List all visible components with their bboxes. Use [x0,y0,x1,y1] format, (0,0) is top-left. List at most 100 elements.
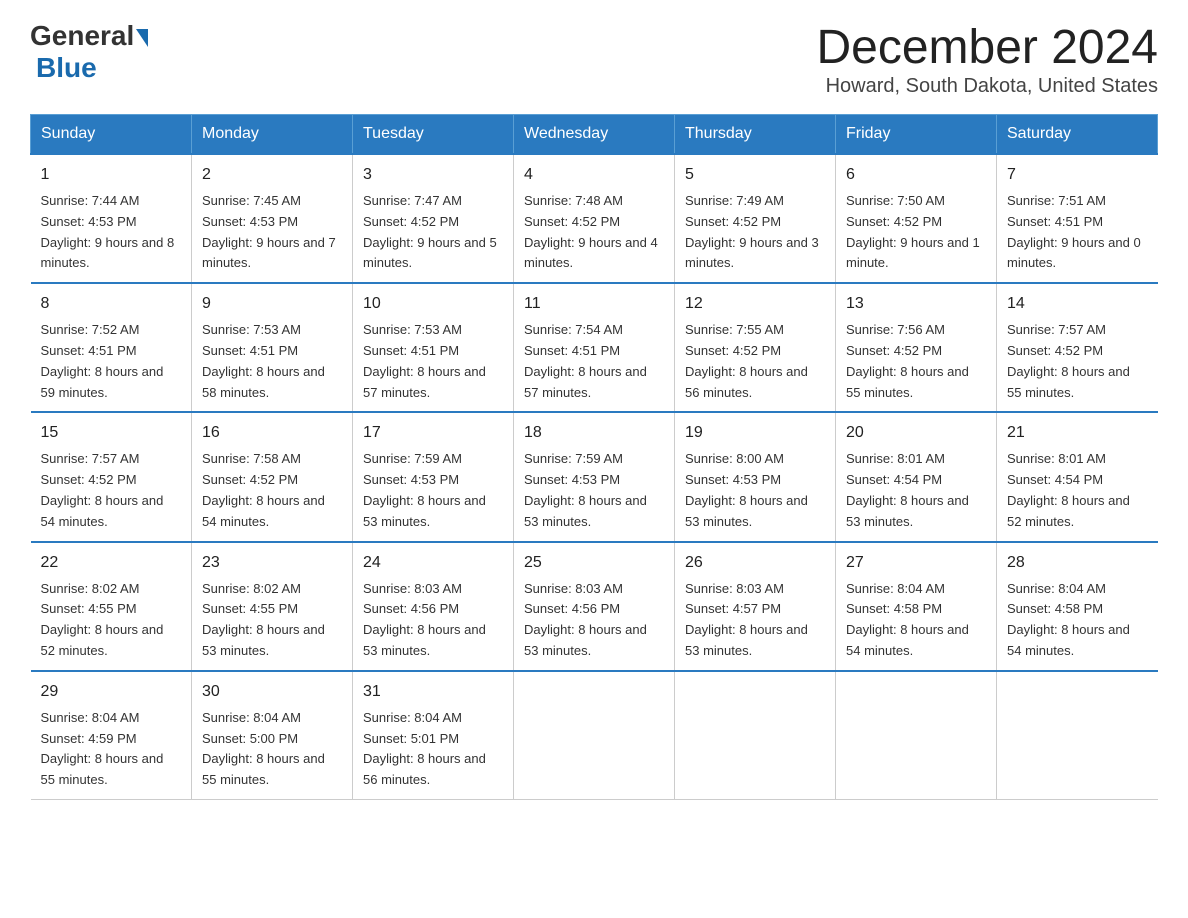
day-number: 6 [846,163,986,187]
day-number: 23 [202,551,342,575]
calendar-cell: 22 Sunrise: 8:02 AMSunset: 4:55 PMDayligh… [31,542,192,671]
day-header-monday: Monday [192,115,353,155]
day-number: 1 [41,163,182,187]
day-number: 14 [1007,292,1148,316]
day-number: 17 [363,421,503,445]
month-title: December 2024 [816,20,1158,75]
day-number: 19 [685,421,825,445]
day-header-tuesday: Tuesday [353,115,514,155]
day-header-thursday: Thursday [675,115,836,155]
day-info: Sunrise: 8:04 AMSunset: 4:59 PMDaylight:… [41,710,164,787]
day-info: Sunrise: 8:02 AMSunset: 4:55 PMDaylight:… [41,581,164,658]
calendar-cell: 6 Sunrise: 7:50 AMSunset: 4:52 PMDaylight… [836,154,997,283]
week-row: 15 Sunrise: 7:57 AMSunset: 4:52 PMDayligh… [31,412,1158,541]
day-number: 13 [846,292,986,316]
calendar-cell: 24 Sunrise: 8:03 AMSunset: 4:56 PMDayligh… [353,542,514,671]
day-info: Sunrise: 7:52 AMSunset: 4:51 PMDaylight:… [41,322,164,399]
day-info: Sunrise: 7:59 AMSunset: 4:53 PMDaylight:… [363,451,486,528]
calendar-cell: 14Sunrise: 7:57 AMSunset: 4:52 PMDayligh… [997,283,1158,412]
day-info: Sunrise: 7:56 AMSunset: 4:52 PMDaylight:… [846,322,969,399]
week-row: 22 Sunrise: 8:02 AMSunset: 4:55 PMDayligh… [31,542,1158,671]
calendar-cell: 13 Sunrise: 7:56 AMSunset: 4:52 PMDayligh… [836,283,997,412]
day-number: 11 [524,292,664,316]
day-info: Sunrise: 8:03 AMSunset: 4:56 PMDaylight:… [363,581,486,658]
day-number: 30 [202,680,342,704]
logo: General Blue [30,20,148,84]
day-number: 2 [202,163,342,187]
day-info: Sunrise: 7:58 AMSunset: 4:52 PMDaylight:… [202,451,325,528]
day-number: 7 [1007,163,1148,187]
calendar-table: SundayMondayTuesdayWednesdayThursdayFrid… [30,114,1158,800]
location-subtitle: Howard, South Dakota, United States [816,75,1158,98]
calendar-cell: 25Sunrise: 8:03 AMSunset: 4:56 PMDayligh… [514,542,675,671]
days-of-week-row: SundayMondayTuesdayWednesdayThursdayFrid… [31,115,1158,155]
calendar-cell [997,671,1158,800]
logo-blue-text: Blue [36,52,97,83]
day-header-wednesday: Wednesday [514,115,675,155]
day-info: Sunrise: 8:04 AMSunset: 5:01 PMDaylight:… [363,710,486,787]
page-header: General Blue December 2024 Howard, South… [30,20,1158,98]
day-info: Sunrise: 7:47 AMSunset: 4:52 PMDaylight:… [363,193,497,270]
calendar-cell: 11Sunrise: 7:54 AMSunset: 4:51 PMDayligh… [514,283,675,412]
day-info: Sunrise: 7:53 AMSunset: 4:51 PMDaylight:… [363,322,486,399]
day-header-saturday: Saturday [997,115,1158,155]
calendar-cell: 9Sunrise: 7:53 AMSunset: 4:51 PMDaylight… [192,283,353,412]
day-number: 29 [41,680,182,704]
day-number: 26 [685,551,825,575]
day-info: Sunrise: 7:59 AMSunset: 4:53 PMDaylight:… [524,451,647,528]
calendar-cell: 7 Sunrise: 7:51 AMSunset: 4:51 PMDaylight… [997,154,1158,283]
day-number: 3 [363,163,503,187]
day-info: Sunrise: 7:55 AMSunset: 4:52 PMDaylight:… [685,322,808,399]
calendar-header: SundayMondayTuesdayWednesdayThursdayFrid… [31,115,1158,155]
day-info: Sunrise: 7:57 AMSunset: 4:52 PMDaylight:… [41,451,164,528]
calendar-cell: 1 Sunrise: 7:44 AMSunset: 4:53 PMDaylight… [31,154,192,283]
day-number: 25 [524,551,664,575]
calendar-cell: 10Sunrise: 7:53 AMSunset: 4:51 PMDayligh… [353,283,514,412]
calendar-cell [836,671,997,800]
calendar-cell: 28 Sunrise: 8:04 AMSunset: 4:58 PMDayligh… [997,542,1158,671]
day-number: 15 [41,421,182,445]
day-info: Sunrise: 7:49 AMSunset: 4:52 PMDaylight:… [685,193,819,270]
day-number: 20 [846,421,986,445]
calendar-cell: 29 Sunrise: 8:04 AMSunset: 4:59 PMDayligh… [31,671,192,800]
day-number: 4 [524,163,664,187]
day-info: Sunrise: 8:00 AMSunset: 4:53 PMDaylight:… [685,451,808,528]
day-info: Sunrise: 7:50 AMSunset: 4:52 PMDaylight:… [846,193,980,270]
calendar-body: 1 Sunrise: 7:44 AMSunset: 4:53 PMDaylight… [31,154,1158,799]
day-number: 21 [1007,421,1148,445]
calendar-cell: 5 Sunrise: 7:49 AMSunset: 4:52 PMDaylight… [675,154,836,283]
day-number: 16 [202,421,342,445]
calendar-cell: 27Sunrise: 8:04 AMSunset: 4:58 PMDayligh… [836,542,997,671]
week-row: 29 Sunrise: 8:04 AMSunset: 4:59 PMDayligh… [31,671,1158,800]
calendar-cell: 19 Sunrise: 8:00 AMSunset: 4:53 PMDayligh… [675,412,836,541]
logo-general-text: General [30,20,134,52]
calendar-cell [514,671,675,800]
calendar-cell: 21 Sunrise: 8:01 AMSunset: 4:54 PMDayligh… [997,412,1158,541]
day-info: Sunrise: 7:44 AMSunset: 4:53 PMDaylight:… [41,193,175,270]
day-info: Sunrise: 7:45 AMSunset: 4:53 PMDaylight:… [202,193,336,270]
day-number: 5 [685,163,825,187]
day-number: 8 [41,292,182,316]
day-number: 27 [846,551,986,575]
day-info: Sunrise: 8:03 AMSunset: 4:57 PMDaylight:… [685,581,808,658]
day-info: Sunrise: 7:48 AMSunset: 4:52 PMDaylight:… [524,193,658,270]
day-info: Sunrise: 8:01 AMSunset: 4:54 PMDaylight:… [1007,451,1130,528]
calendar-cell: 17 Sunrise: 7:59 AMSunset: 4:53 PMDayligh… [353,412,514,541]
calendar-cell: 8 Sunrise: 7:52 AMSunset: 4:51 PMDaylight… [31,283,192,412]
calendar-cell [675,671,836,800]
calendar-cell: 2 Sunrise: 7:45 AMSunset: 4:53 PMDaylight… [192,154,353,283]
day-number: 24 [363,551,503,575]
day-number: 22 [41,551,182,575]
week-row: 8 Sunrise: 7:52 AMSunset: 4:51 PMDaylight… [31,283,1158,412]
calendar-cell: 23Sunrise: 8:02 AMSunset: 4:55 PMDayligh… [192,542,353,671]
calendar-cell: 12 Sunrise: 7:55 AMSunset: 4:52 PMDayligh… [675,283,836,412]
day-info: Sunrise: 8:04 AMSunset: 4:58 PMDaylight:… [1007,581,1130,658]
calendar-cell: 30Sunrise: 8:04 AMSunset: 5:00 PMDayligh… [192,671,353,800]
day-number: 12 [685,292,825,316]
day-number: 28 [1007,551,1148,575]
calendar-cell: 26 Sunrise: 8:03 AMSunset: 4:57 PMDayligh… [675,542,836,671]
calendar-cell: 16 Sunrise: 7:58 AMSunset: 4:52 PMDayligh… [192,412,353,541]
day-info: Sunrise: 7:51 AMSunset: 4:51 PMDaylight:… [1007,193,1141,270]
calendar-cell: 15 Sunrise: 7:57 AMSunset: 4:52 PMDayligh… [31,412,192,541]
day-number: 18 [524,421,664,445]
